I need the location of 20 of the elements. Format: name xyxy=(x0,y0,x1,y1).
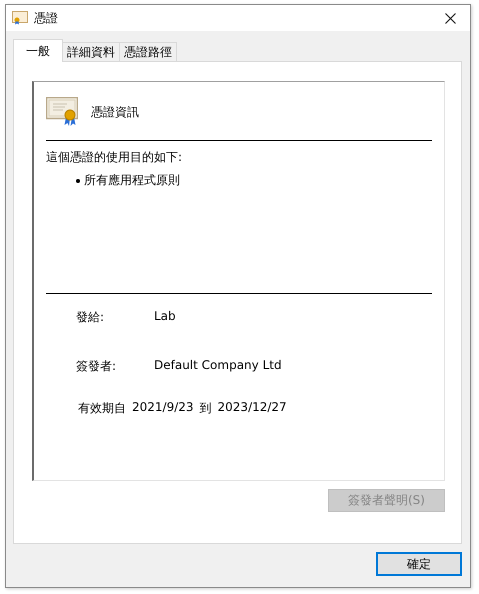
purpose-intro: 這個憑證的使用目的如下: xyxy=(46,149,184,165)
validity-label: 到 xyxy=(200,400,212,417)
certificate-icon xyxy=(12,11,28,25)
field-value: Lab xyxy=(154,309,176,325)
close-icon xyxy=(444,12,456,24)
tab[interactable]: 詳細資料 xyxy=(62,42,120,61)
certificate-icon xyxy=(46,97,78,127)
section-heading: 憑證資訊 xyxy=(91,104,139,120)
tab[interactable]: 一般 xyxy=(13,39,63,62)
window-title: 憑證 xyxy=(34,10,59,26)
field-label: 簽發者: xyxy=(76,358,118,374)
purpose-item: 所有應用程式原則 xyxy=(84,172,180,189)
valid-from-date: 2021/9/23 xyxy=(132,400,194,416)
ok-button[interactable]: 確定 xyxy=(376,552,462,576)
valid-to-date: 2023/12/27 xyxy=(218,400,287,416)
field-label: 發給: xyxy=(76,309,106,325)
tab[interactable]: 憑證路徑 xyxy=(119,42,177,61)
bullet-icon xyxy=(76,178,80,182)
field-value: Default Company Ltd xyxy=(154,358,282,374)
validity-label: 有效期自 xyxy=(78,400,126,417)
